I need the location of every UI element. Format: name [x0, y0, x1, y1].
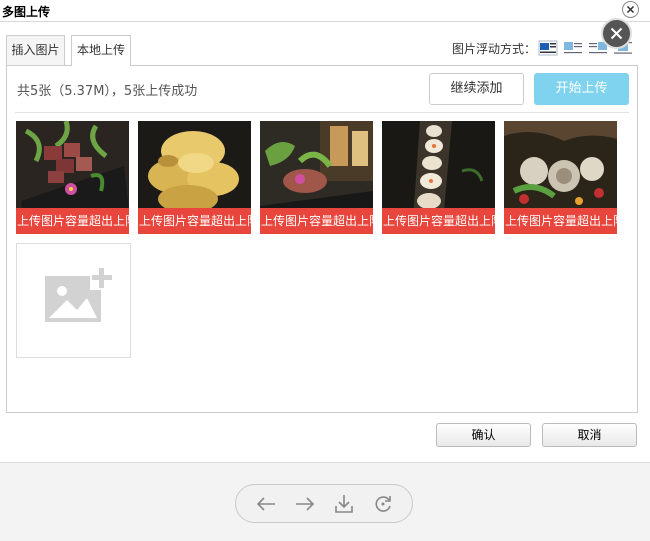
download-icon: [335, 495, 353, 513]
upload-error-label: 上传图片容量超出上限: [260, 208, 373, 234]
image-thumbnail[interactable]: 上传图片容量超出上限: [138, 121, 251, 234]
upload-error-label: 上传图片容量超出上限: [16, 208, 129, 234]
add-more-button[interactable]: 继续添加: [429, 73, 524, 105]
float-none-button[interactable]: [538, 40, 558, 56]
multi-image-upload-dialog: 多图上传 插入图片 本地上传 图片浮动方式： 共5张（5.37M），5张上传成功…: [0, 0, 650, 463]
download-button[interactable]: [333, 493, 355, 515]
float-left-button[interactable]: [563, 40, 583, 56]
upload-status: 共5张（5.37M），5张上传成功: [17, 84, 198, 99]
upload-error-label: 上传图片容量超出上限: [382, 208, 495, 234]
close-icon: [610, 27, 623, 40]
arrow-right-icon: [296, 497, 315, 511]
arrow-left-icon: [256, 497, 275, 511]
float-mode-label: 图片浮动方式：: [452, 42, 537, 56]
rotate-button[interactable]: [372, 493, 394, 515]
image-thumbnail[interactable]: 上传图片容量超出上限: [260, 121, 373, 234]
confirm-button[interactable]: 确认: [436, 423, 531, 447]
dialog-title: 多图上传: [2, 5, 51, 19]
next-button[interactable]: [294, 493, 316, 515]
tab-insert-image[interactable]: 插入图片: [6, 35, 65, 65]
cancel-button[interactable]: 取消: [542, 423, 637, 447]
upload-error-label: 上传图片容量超出上限: [138, 208, 251, 234]
start-upload-button[interactable]: 开始上传: [534, 73, 629, 105]
float-none-icon: [538, 40, 558, 56]
add-image-icon: [45, 266, 114, 322]
close-overlay-button[interactable]: [601, 18, 632, 49]
upload-panel: 共5张（5.37M），5张上传成功 继续添加 开始上传 上传图片容量超出上限 上…: [6, 65, 638, 413]
image-viewer-toolbar: [235, 484, 413, 523]
tab-local-upload[interactable]: 本地上传: [71, 35, 131, 66]
divider: [15, 112, 629, 113]
rotate-icon: [375, 496, 391, 512]
image-thumbnail[interactable]: 上传图片容量超出上限: [382, 121, 495, 234]
upload-error-label: 上传图片容量超出上限: [504, 208, 617, 234]
close-icon: [626, 5, 635, 14]
image-thumbnail[interactable]: 上传图片容量超出上限: [16, 121, 129, 234]
dialog-titlebar: 多图上传: [0, 0, 650, 22]
image-thumbnail[interactable]: 上传图片容量超出上限: [504, 121, 617, 234]
previous-button[interactable]: [255, 493, 277, 515]
float-left-icon: [564, 42, 582, 54]
dialog-close-button[interactable]: [622, 1, 639, 18]
add-image-tile[interactable]: [16, 243, 131, 358]
